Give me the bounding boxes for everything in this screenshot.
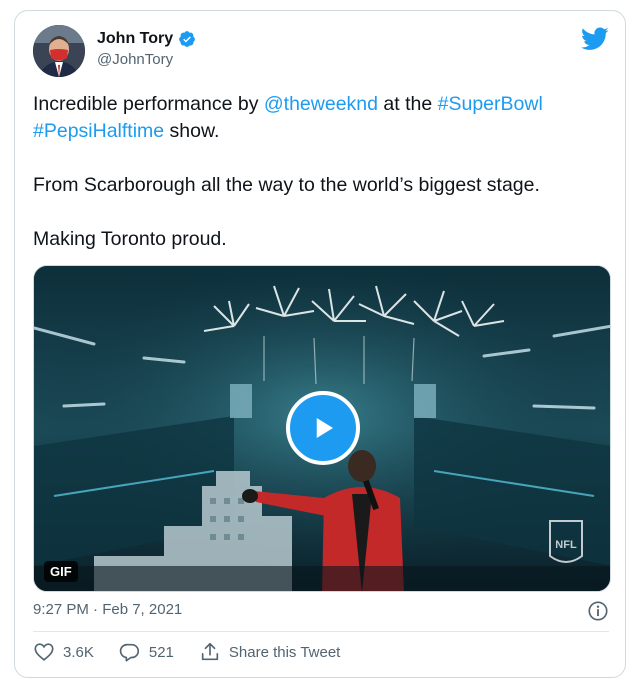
gif-badge: GIF: [44, 561, 78, 582]
heart-icon: [34, 643, 54, 661]
reply-count: 521: [148, 643, 174, 661]
mention-link[interactable]: @theweeknd: [264, 93, 378, 115]
svg-text:NFL: NFL: [555, 539, 577, 551]
share-button[interactable]: Share this Tweet: [199, 641, 340, 663]
share-icon: [201, 642, 219, 661]
play-icon: [316, 418, 333, 438]
tweet-line-2: #PepsiHalftime show.: [33, 120, 220, 142]
reply-icon: [119, 643, 139, 662]
like-count: 3.6K: [63, 643, 94, 661]
avatar[interactable]: [33, 25, 85, 77]
play-button[interactable]: [286, 391, 360, 465]
reply-button[interactable]: 521: [119, 641, 174, 663]
hashtag-superbowl[interactable]: #SuperBowl: [438, 93, 543, 115]
tweet-paragraph-3: Making Toronto proud.: [33, 228, 227, 250]
action-bar: 3.6K 521 Share this Tweet: [33, 641, 365, 663]
author-block: John Tory @JohnTory: [97, 30, 196, 68]
gif-media[interactable]: NFL GIF: [33, 265, 611, 592]
verified-badge-icon: [179, 31, 196, 47]
info-icon[interactable]: [587, 600, 609, 622]
tweet-paragraph-2: From Scarborough all the way to the worl…: [33, 174, 540, 196]
author-handle[interactable]: @JohnTory: [97, 51, 196, 68]
divider: [33, 631, 609, 632]
tweet-line-1: Incredible performance by @theweeknd at …: [33, 93, 543, 115]
twitter-bird-icon[interactable]: [581, 27, 609, 51]
author-display-name[interactable]: John Tory: [97, 30, 173, 48]
share-label: Share this Tweet: [228, 643, 341, 661]
tweet-timestamp[interactable]: 9:27 PM · Feb 7, 2021: [33, 601, 182, 618]
hashtag-pepsihalftime[interactable]: #PepsiHalftime: [33, 120, 164, 142]
tweet-text: Incredible performance by @theweeknd at …: [33, 91, 613, 253]
like-button[interactable]: 3.6K: [33, 641, 94, 663]
tweet-card: John Tory @JohnTory Incredible performan…: [14, 10, 626, 678]
